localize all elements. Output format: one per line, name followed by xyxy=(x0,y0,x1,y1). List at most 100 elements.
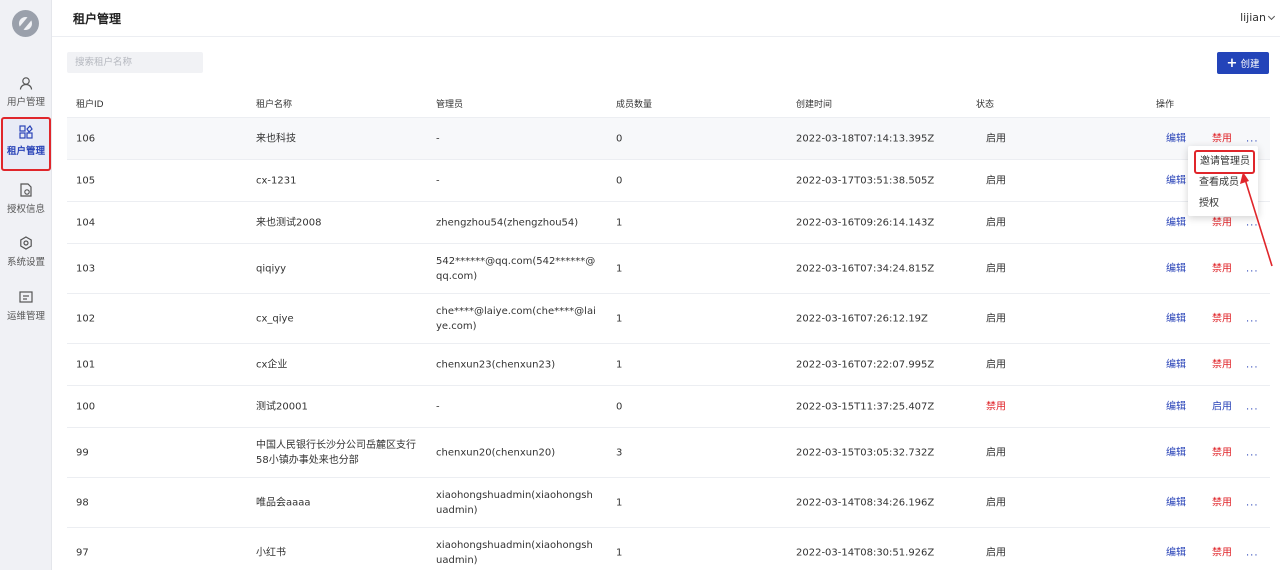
cell-status: 禁用 xyxy=(986,401,1006,412)
more-actions-button[interactable]: ... xyxy=(1246,215,1259,230)
cell-id: 101 xyxy=(76,359,96,370)
plus-icon: + xyxy=(1226,55,1238,71)
cell-admin: xiaohongshuadmin(xiaohongshuadmin) xyxy=(436,489,593,516)
edit-link[interactable]: 编辑 xyxy=(1166,357,1186,372)
column-header-admin: 管理员 xyxy=(436,100,464,110)
cell-count: 3 xyxy=(616,447,623,458)
edit-link[interactable]: 编辑 xyxy=(1166,173,1186,188)
sidebar-item-label: 授权信息 xyxy=(6,204,45,215)
more-actions-button[interactable]: ... xyxy=(1246,546,1259,561)
more-actions-button[interactable]: ... xyxy=(1246,131,1259,146)
cell-admin: 542******@qq.com(542******@qq.com) xyxy=(436,255,596,282)
user-icon xyxy=(19,77,33,90)
more-actions-menu: 邀请管理员 查看成员 授权 xyxy=(1188,146,1258,216)
more-actions-button[interactable]: ... xyxy=(1246,357,1259,372)
cell-name: cx企业 xyxy=(256,359,288,370)
toggle-link[interactable]: 禁用 xyxy=(1212,357,1232,372)
cell-status: 启用 xyxy=(986,175,1006,186)
toggle-link[interactable]: 禁用 xyxy=(1212,495,1232,510)
cell-id: 104 xyxy=(76,217,96,228)
cell-name: 唯品会aaaa xyxy=(256,497,311,508)
cell-admin: - xyxy=(436,401,440,412)
cell-count: 1 xyxy=(616,497,623,508)
toggle-link[interactable]: 禁用 xyxy=(1212,445,1232,460)
sidebar: 用户管理 租户管理 授权信息 系统设置 运维管理 xyxy=(0,0,52,570)
menu-item-invite-admin[interactable]: 邀请管理员 xyxy=(1194,150,1255,174)
table-row: 105 cx-1231 - 0 2022-03-17T03:51:38.505Z… xyxy=(67,160,1270,202)
create-button[interactable]: + 创建 xyxy=(1217,52,1269,74)
search-input[interactable] xyxy=(67,52,203,73)
cell-admin: - xyxy=(436,133,440,144)
table-row: 104 来也测试2008 zhengzhou54(zhengzhou54) 1 … xyxy=(67,202,1270,244)
column-header-count: 成员数量 xyxy=(616,100,653,110)
cell-count: 0 xyxy=(616,401,623,412)
edit-link[interactable]: 编辑 xyxy=(1166,399,1186,414)
more-actions-button[interactable]: ... xyxy=(1246,311,1259,326)
sidebar-item-ops[interactable]: 运维管理 xyxy=(0,284,52,332)
toggle-link[interactable]: 禁用 xyxy=(1212,131,1232,146)
sidebar-item-users[interactable]: 用户管理 xyxy=(0,70,52,118)
cell-status: 启用 xyxy=(986,447,1006,458)
toggle-link[interactable]: 禁用 xyxy=(1212,261,1232,276)
table-row: 99 中国人民银行长沙分公司岳麓区支行58小镇办事处来也分部 chenxun20… xyxy=(67,428,1270,478)
more-actions-button[interactable]: ... xyxy=(1246,495,1259,510)
cell-time: 2022-03-18T07:14:13.395Z xyxy=(796,133,935,144)
cell-id: 97 xyxy=(76,547,89,559)
cell-status: 启用 xyxy=(986,313,1006,324)
cell-admin: che****@laiye.com(che****@laiye.com) xyxy=(436,305,596,332)
cell-status: 启用 xyxy=(986,547,1006,559)
edit-link[interactable]: 编辑 xyxy=(1166,495,1186,510)
table-row: 103 qiqiyy 542******@qq.com(542******@qq… xyxy=(67,244,1270,294)
column-header-status: 状态 xyxy=(976,100,995,110)
more-actions-button[interactable]: ... xyxy=(1246,261,1259,276)
more-actions-button[interactable]: ... xyxy=(1246,445,1259,460)
cell-status: 启用 xyxy=(986,497,1006,508)
menu-item-authorize[interactable]: 授权 xyxy=(1188,193,1258,215)
edit-link[interactable]: 编辑 xyxy=(1166,445,1186,460)
column-header-id: 租户ID xyxy=(76,100,104,110)
table-row: 106 来也科技 - 0 2022-03-18T07:14:13.395Z 启用… xyxy=(67,118,1270,160)
sidebar-item-label: 用户管理 xyxy=(6,97,45,108)
edit-link[interactable]: 编辑 xyxy=(1166,311,1186,326)
edit-link[interactable]: 编辑 xyxy=(1166,215,1186,230)
edit-link[interactable]: 编辑 xyxy=(1166,546,1186,561)
sidebar-item-tenants[interactable]: 租户管理 xyxy=(1,117,51,171)
cell-admin: zhengzhou54(zhengzhou54) xyxy=(436,217,579,228)
user-menu[interactable]: lijian xyxy=(1240,11,1276,24)
menu-item-view-members[interactable]: 查看成员 xyxy=(1188,172,1258,194)
column-header-name: 租户名称 xyxy=(256,100,293,110)
top-bar: 租户管理 lijian xyxy=(52,0,1280,37)
cell-name: cx_qiye xyxy=(256,313,294,324)
cell-id: 105 xyxy=(76,175,96,186)
table-row: 98 唯品会aaaa xiaohongshuadmin(xiaohongshua… xyxy=(67,478,1270,528)
cell-time: 2022-03-16T07:22:07.995Z xyxy=(796,359,935,370)
sidebar-item-settings[interactable]: 系统设置 xyxy=(0,230,52,278)
tenant-icon xyxy=(19,125,33,139)
more-actions-button[interactable]: ... xyxy=(1246,399,1259,414)
cell-id: 99 xyxy=(76,447,89,458)
table-row: 97 小红书 xiaohongshuadmin(xiaohongshuadmin… xyxy=(67,528,1270,570)
toggle-link[interactable]: 禁用 xyxy=(1212,215,1232,230)
toggle-link[interactable]: 启用 xyxy=(1212,399,1232,414)
sidebar-item-label: 系统设置 xyxy=(6,257,45,268)
cell-name: 来也科技 xyxy=(256,133,296,144)
edit-link[interactable]: 编辑 xyxy=(1166,131,1186,146)
main-content: + 创建 租户ID 租户名称 管理员 成员数量 创建时间 状态 操作 106 来… xyxy=(52,37,1280,570)
toggle-link[interactable]: 禁用 xyxy=(1212,546,1232,561)
cell-status: 启用 xyxy=(986,359,1006,370)
toggle-link[interactable]: 禁用 xyxy=(1212,311,1232,326)
cell-id: 106 xyxy=(76,133,96,144)
cell-count: 1 xyxy=(616,263,623,274)
cell-name: 来也测试2008 xyxy=(256,217,322,228)
sidebar-item-label: 运维管理 xyxy=(6,311,45,322)
cell-count: 1 xyxy=(616,547,623,559)
sidebar-item-license[interactable]: 授权信息 xyxy=(0,177,52,225)
table-row: 100 测试20001 - 0 2022-03-15T11:37:25.407Z… xyxy=(67,386,1270,428)
edit-link[interactable]: 编辑 xyxy=(1166,261,1186,276)
chevron-down-icon xyxy=(1267,12,1276,21)
cell-count: 0 xyxy=(616,133,623,144)
cell-id: 100 xyxy=(76,401,96,412)
cell-status: 启用 xyxy=(986,263,1006,274)
table-row: 101 cx企业 chenxun23(chenxun23) 1 2022-03-… xyxy=(67,344,1270,386)
cell-admin: chenxun20(chenxun20) xyxy=(436,447,556,458)
